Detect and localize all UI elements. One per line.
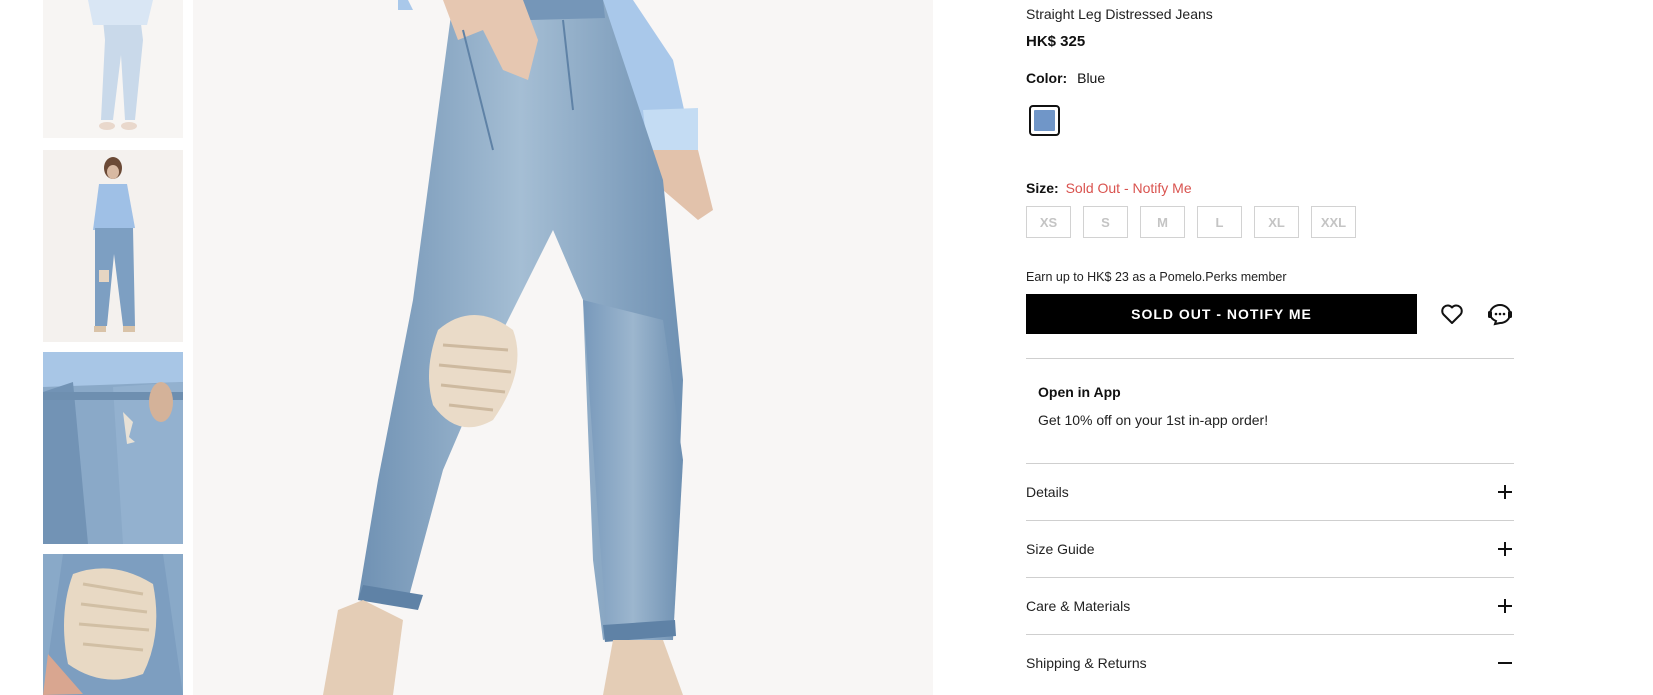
jeans-photo	[193, 0, 933, 695]
accordion-shipping-returns[interactable]: Shipping & Returns	[1026, 634, 1514, 691]
main-product-image[interactable]	[193, 0, 933, 695]
product-name: Straight Leg Distressed Jeans	[1026, 6, 1213, 22]
chat-support-icon[interactable]	[1487, 302, 1513, 326]
color-label: Color:	[1026, 70, 1068, 86]
accordion-label: Details	[1026, 484, 1069, 500]
accordion-details[interactable]: Details	[1026, 463, 1514, 520]
plus-icon	[1498, 485, 1512, 499]
thumbnail-2-image	[43, 150, 183, 342]
size-option-xs[interactable]: XS	[1026, 206, 1071, 238]
product-info-panel: Straight Leg Distressed Jeans HK$ 325 Co…	[1026, 0, 1514, 695]
accordion-care-materials[interactable]: Care & Materials	[1026, 577, 1514, 634]
sold-out-notify-button[interactable]: SOLD OUT - NOTIFY ME	[1026, 294, 1417, 334]
thumbnail-1[interactable]	[43, 0, 183, 138]
plus-icon	[1498, 542, 1512, 556]
size-row: Size: Sold Out - Notify Me	[1026, 180, 1192, 196]
sold-out-notify-link[interactable]: Sold Out - Notify Me	[1066, 180, 1192, 196]
minus-icon	[1498, 656, 1512, 670]
chat-support-icon-svg	[1488, 304, 1512, 326]
accordion-label: Size Guide	[1026, 541, 1095, 557]
size-option-s[interactable]: S	[1083, 206, 1128, 238]
thumbnail-4-image	[43, 554, 183, 695]
heart-icon[interactable]	[1440, 302, 1464, 326]
color-value: Blue	[1077, 70, 1106, 86]
thumbnail-3-image	[43, 352, 183, 544]
swatch-fill	[1034, 110, 1055, 131]
accordion-label: Care & Materials	[1026, 598, 1131, 614]
app-promo-subtitle: Get 10% off on your 1st in-app order!	[1038, 412, 1269, 428]
size-label: Size:	[1026, 180, 1059, 196]
product-price: HK$ 325	[1026, 33, 1086, 50]
accordion-size-guide[interactable]: Size Guide	[1026, 520, 1514, 577]
size-option-m[interactable]: M	[1140, 206, 1185, 238]
color-row: Color: Blue	[1026, 70, 1105, 86]
divider	[1026, 358, 1514, 359]
thumbnail-4[interactable]	[43, 554, 183, 695]
thumbnail-1-image	[43, 0, 183, 138]
accordion-label: Shipping & Returns	[1026, 655, 1147, 671]
thumbnail-3[interactable]	[43, 352, 183, 544]
size-option-l[interactable]: L	[1197, 206, 1242, 238]
heart-icon-svg	[1441, 304, 1463, 324]
open-in-app-promo[interactable]: Open in App Get 10% off on your 1st in-a…	[1038, 384, 1268, 428]
size-option-xxl[interactable]: XXL	[1311, 206, 1356, 238]
size-options: XS S M L XL XXL	[1026, 206, 1356, 238]
thumbnail-2[interactable]	[43, 150, 183, 342]
app-promo-title: Open in App	[1038, 384, 1121, 400]
color-swatch-blue[interactable]	[1029, 105, 1060, 136]
size-option-xl[interactable]: XL	[1254, 206, 1299, 238]
plus-icon	[1498, 599, 1512, 613]
perks-text: Earn up to HK$ 23 as a Pomelo.Perks memb…	[1026, 270, 1287, 284]
